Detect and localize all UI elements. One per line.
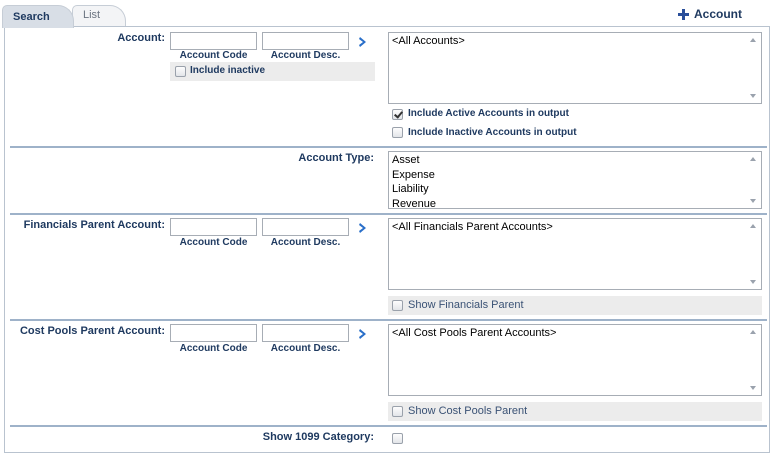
scrollbar[interactable]: [746, 325, 761, 395]
plus-icon: [678, 8, 689, 20]
account-code-input[interactable]: [170, 32, 257, 50]
include-active-output-checkbox[interactable]: [392, 109, 403, 120]
scroll-up-icon: [750, 38, 756, 42]
cost-pools-desc-caption: Account Desc.: [270, 343, 341, 354]
include-inactive-output-label: Include Inactive Accounts in output: [408, 127, 577, 138]
cost-pools-desc-input[interactable]: [262, 324, 349, 342]
financials-code-input[interactable]: [170, 218, 257, 236]
divider: [10, 213, 767, 215]
account-label: Account:: [117, 32, 165, 44]
scroll-up-icon: [750, 330, 756, 334]
include-inactive-checkbox[interactable]: [175, 66, 186, 77]
show-cost-pools-parent-label: Show Cost Pools Parent: [408, 405, 528, 417]
show-financials-parent-label: Show Financials Parent: [408, 299, 524, 311]
financials-desc-input[interactable]: [262, 218, 349, 236]
account-type-label: Account Type:: [298, 152, 374, 164]
financials-desc-caption: Account Desc.: [270, 237, 341, 248]
divider: [10, 319, 767, 321]
scroll-down-icon: [750, 199, 756, 203]
list-item[interactable]: <All Accounts>: [392, 34, 758, 49]
arrow-right-icon[interactable]: [358, 222, 368, 234]
cost-pools-parent-listbox[interactable]: <All Cost Pools Parent Accounts>: [388, 324, 762, 396]
financials-parent-label: Financials Parent Account:: [23, 219, 165, 231]
show-cost-pools-parent-checkbox[interactable]: [392, 406, 403, 417]
arrow-right-icon[interactable]: [358, 328, 368, 340]
list-item[interactable]: Asset: [392, 153, 758, 168]
financials-parent-listbox[interactable]: <All Financials Parent Accounts>: [388, 218, 762, 290]
scrollbar[interactable]: [746, 219, 761, 289]
divider: [10, 146, 767, 148]
include-inactive-output-checkbox[interactable]: [392, 127, 403, 138]
scroll-down-icon: [750, 280, 756, 284]
cost-pools-code-caption: Account Code: [179, 343, 248, 354]
include-active-output-label: Include Active Accounts in output: [408, 108, 569, 119]
scroll-up-icon: [750, 157, 756, 161]
divider: [10, 425, 767, 427]
list-item[interactable]: Expense: [392, 168, 758, 183]
list-item[interactable]: Revenue: [392, 197, 758, 212]
arrow-right-icon[interactable]: [358, 36, 368, 48]
show-financials-parent-checkbox[interactable]: [392, 300, 403, 311]
show-1099-label: Show 1099 Category:: [262, 431, 374, 443]
list-item[interactable]: Liability: [392, 182, 758, 197]
list-item[interactable]: <All Cost Pools Parent Accounts>: [392, 326, 758, 341]
cost-pools-code-input[interactable]: [170, 324, 257, 342]
include-inactive-label: Include inactive: [190, 65, 266, 76]
scrollbar[interactable]: [746, 152, 761, 208]
list-item[interactable]: <All Financials Parent Accounts>: [392, 220, 758, 235]
tab-search[interactable]: Search: [2, 5, 74, 28]
financials-code-caption: Account Code: [179, 237, 248, 248]
add-account-label: Account: [694, 7, 742, 21]
add-account-button[interactable]: Account: [678, 7, 742, 21]
scroll-up-icon: [750, 224, 756, 228]
tab-list[interactable]: List: [72, 5, 126, 26]
tab-search-label: Search: [13, 11, 50, 23]
tab-list-label: List: [83, 9, 101, 21]
account-type-listbox[interactable]: Asset Expense Liability Revenue: [388, 151, 762, 212]
cost-pools-parent-label: Cost Pools Parent Account:: [19, 325, 165, 337]
account-listbox[interactable]: <All Accounts>: [388, 32, 762, 104]
account-desc-caption: Account Desc.: [270, 50, 341, 61]
scrollbar[interactable]: [746, 33, 761, 103]
account-code-caption: Account Code: [179, 50, 248, 61]
show-1099-checkbox[interactable]: [392, 433, 403, 444]
account-desc-input[interactable]: [262, 32, 349, 50]
scroll-down-icon: [750, 94, 756, 98]
scroll-down-icon: [750, 386, 756, 390]
